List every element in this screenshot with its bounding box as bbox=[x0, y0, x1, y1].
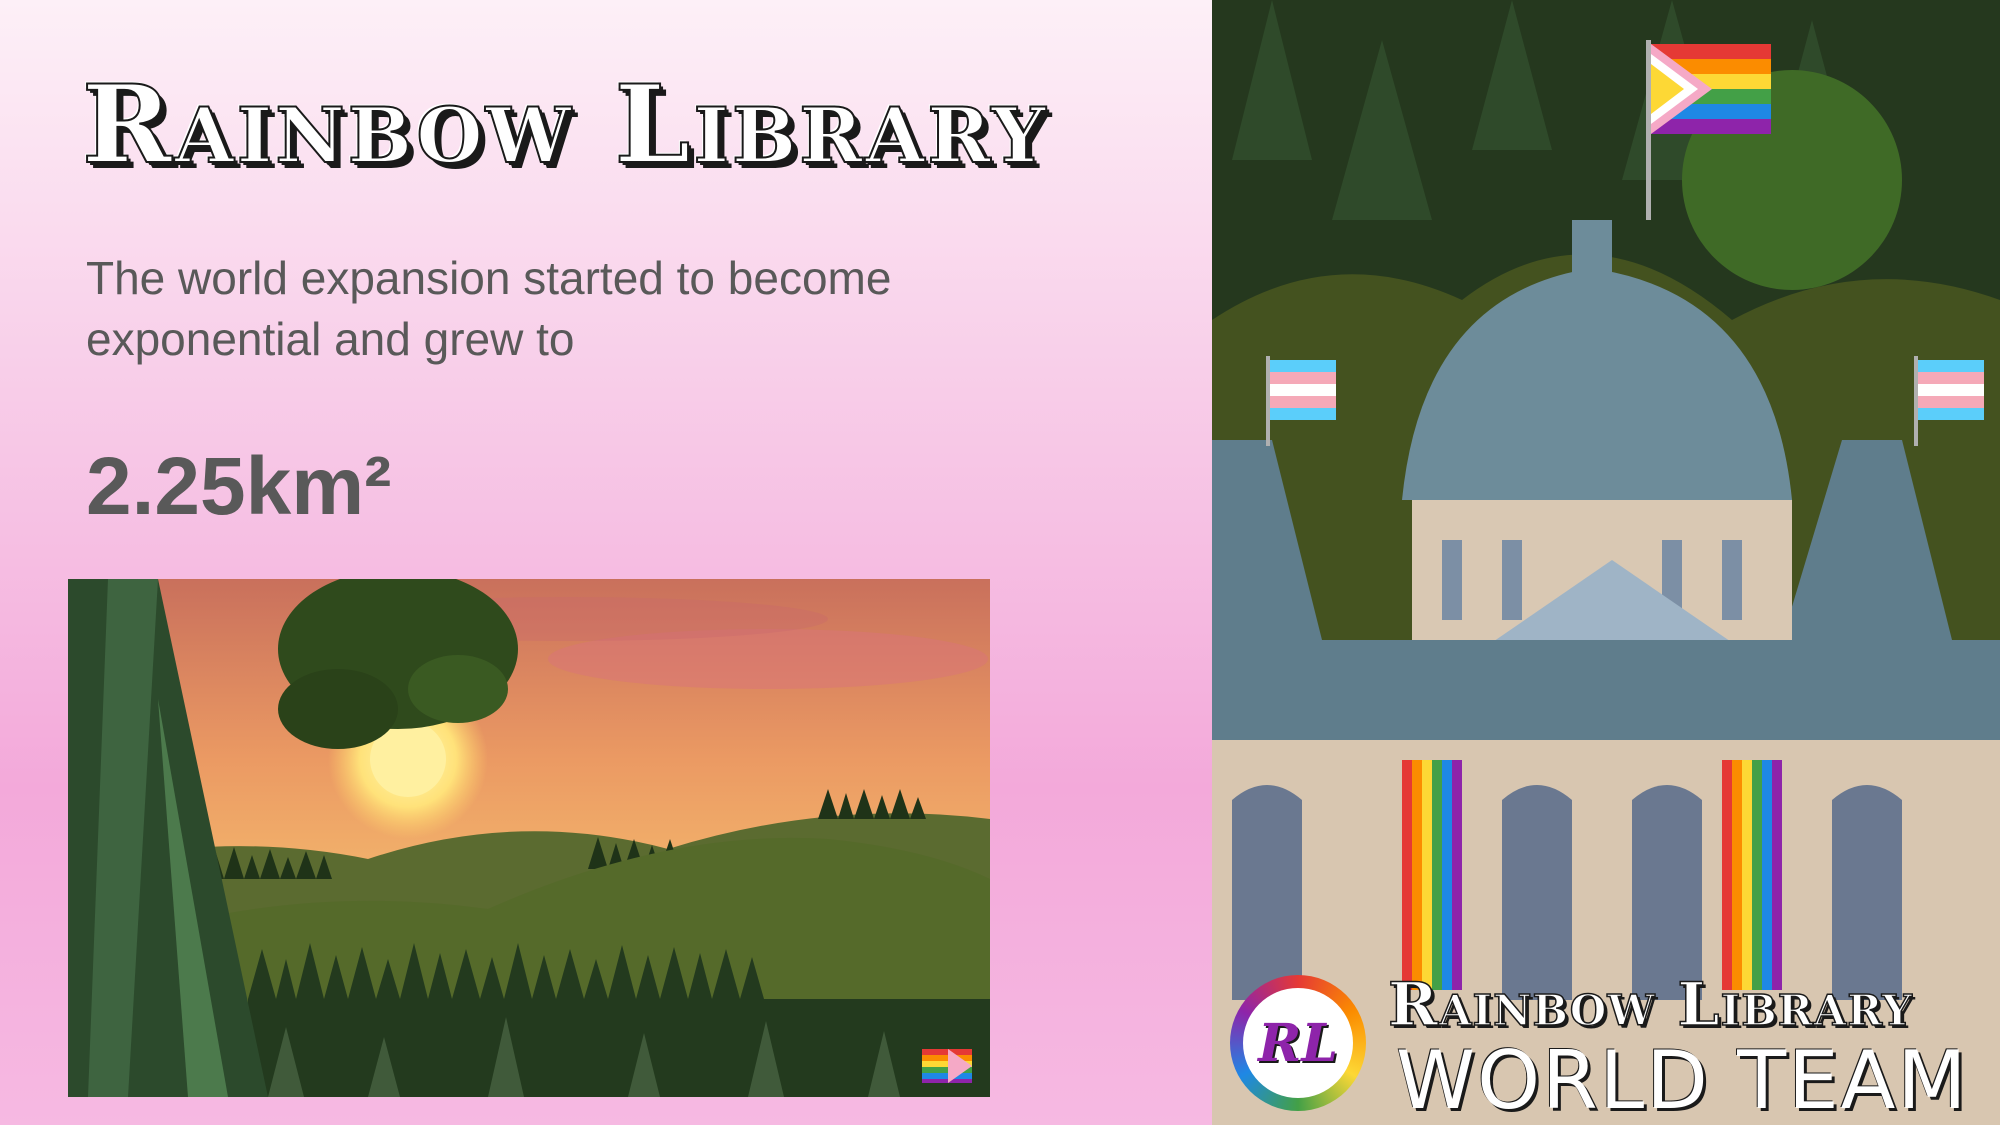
brand-team: WORLD TEAM bbox=[1396, 1034, 1969, 1127]
sunset-landscape-image bbox=[68, 579, 990, 1097]
area-value: 2.25km² bbox=[86, 441, 392, 532]
slide-body-text: The world expansion started to become ex… bbox=[86, 252, 892, 365]
brand-name: Rainbow Library bbox=[1387, 969, 1913, 1041]
slide-title: Rainbow Library bbox=[81, 61, 1049, 189]
rainbow-library-logo-icon: RL bbox=[1230, 975, 1366, 1111]
logo-initials: RL bbox=[1243, 988, 1353, 1098]
library-building-image bbox=[1212, 0, 2000, 1125]
slide-panel: Rainbow Library The world expansion star… bbox=[0, 0, 1212, 1125]
